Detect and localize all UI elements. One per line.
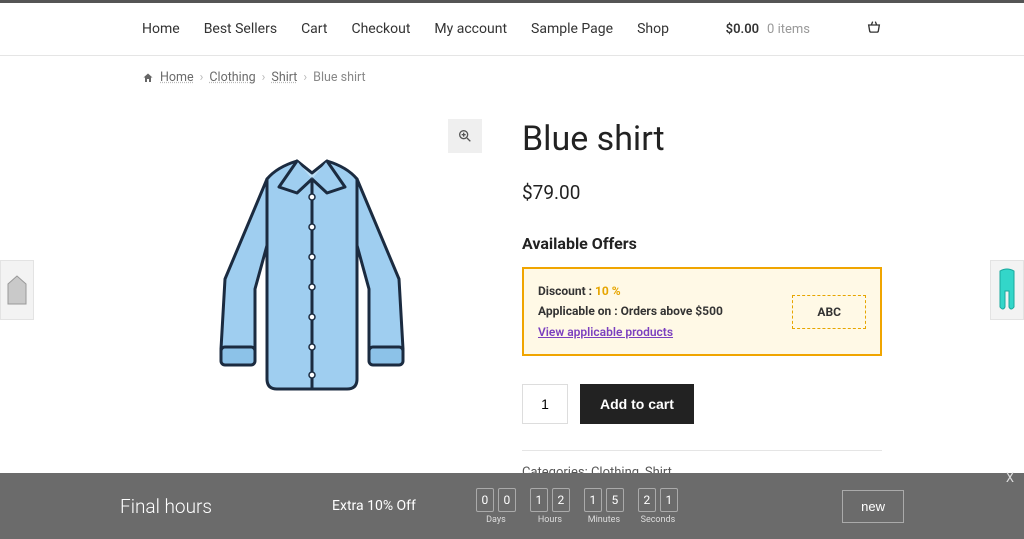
nav-my-account[interactable]: My account — [434, 21, 507, 37]
zoom-icon[interactable] — [448, 119, 482, 153]
countdown-bar: X Final hours Extra 10% Off 0 0 Days 1 2… — [0, 473, 1024, 539]
product-title: Blue shirt — [522, 119, 882, 159]
product-gallery — [142, 119, 482, 480]
offers-heading: Available Offers — [522, 234, 882, 253]
cart-items-count: 0 items — [767, 22, 810, 37]
nav-home[interactable]: Home — [142, 21, 180, 37]
discount-value: 10 % — [595, 284, 621, 298]
nav-sample-page[interactable]: Sample Page — [531, 21, 613, 37]
days-d2: 0 — [498, 488, 516, 512]
coupon-code[interactable]: ABC — [792, 295, 866, 329]
days-label: Days — [486, 515, 506, 525]
seconds-d2: 1 — [660, 488, 678, 512]
countdown-title: Final hours — [120, 495, 212, 518]
hours-label: Hours — [538, 515, 562, 525]
quantity-input[interactable] — [522, 384, 568, 424]
basket-icon[interactable] — [866, 19, 882, 39]
minutes-d1: 1 — [584, 488, 602, 512]
product-image[interactable] — [142, 119, 482, 419]
minutes-d2: 5 — [606, 488, 624, 512]
nav-best-sellers[interactable]: Best Sellers — [204, 21, 277, 37]
header-cart[interactable]: $0.00 0 items — [726, 19, 882, 39]
seconds-d1: 2 — [638, 488, 656, 512]
nav-shop[interactable]: Shop — [637, 21, 669, 37]
countdown-button[interactable]: new — [842, 490, 904, 523]
days-d1: 0 — [476, 488, 494, 512]
view-products-link[interactable]: View applicable products — [538, 325, 673, 339]
minutes-label: Minutes — [588, 515, 620, 525]
hours-d2: 2 — [552, 488, 570, 512]
nav-cart[interactable]: Cart — [301, 21, 327, 37]
cart-amount: $0.00 — [726, 22, 759, 37]
home-icon — [142, 72, 154, 84]
nav-checkout[interactable]: Checkout — [351, 21, 410, 37]
add-to-cart-button[interactable]: Add to cart — [580, 384, 694, 424]
discount-label: Discount : — [538, 284, 592, 298]
product-price: $79.00 — [522, 181, 882, 204]
crumb-current: Blue shirt — [313, 70, 365, 85]
crumb-clothing[interactable]: Clothing — [209, 70, 255, 85]
crumb-home[interactable]: Home — [160, 70, 194, 85]
close-icon[interactable]: X — [1006, 471, 1014, 486]
prev-product-thumb[interactable] — [0, 260, 34, 320]
offer-box: Discount : 10 % Applicable on : Orders a… — [522, 267, 882, 356]
breadcrumb: Home › Clothing › Shirt › Blue shirt — [142, 56, 882, 99]
applicable-value: Orders above $500 — [621, 304, 723, 318]
countdown-subtitle: Extra 10% Off — [332, 498, 416, 514]
primary-nav: Home Best Sellers Cart Checkout My accou… — [142, 21, 669, 37]
seconds-label: Seconds — [641, 515, 676, 525]
applicable-label: Applicable on : — [538, 304, 618, 318]
hours-d1: 1 — [530, 488, 548, 512]
next-product-thumb[interactable] — [990, 260, 1024, 320]
countdown-timer: 0 0 Days 1 2 Hours 1 5 Minutes — [476, 488, 678, 525]
crumb-shirt[interactable]: Shirt — [271, 70, 297, 85]
